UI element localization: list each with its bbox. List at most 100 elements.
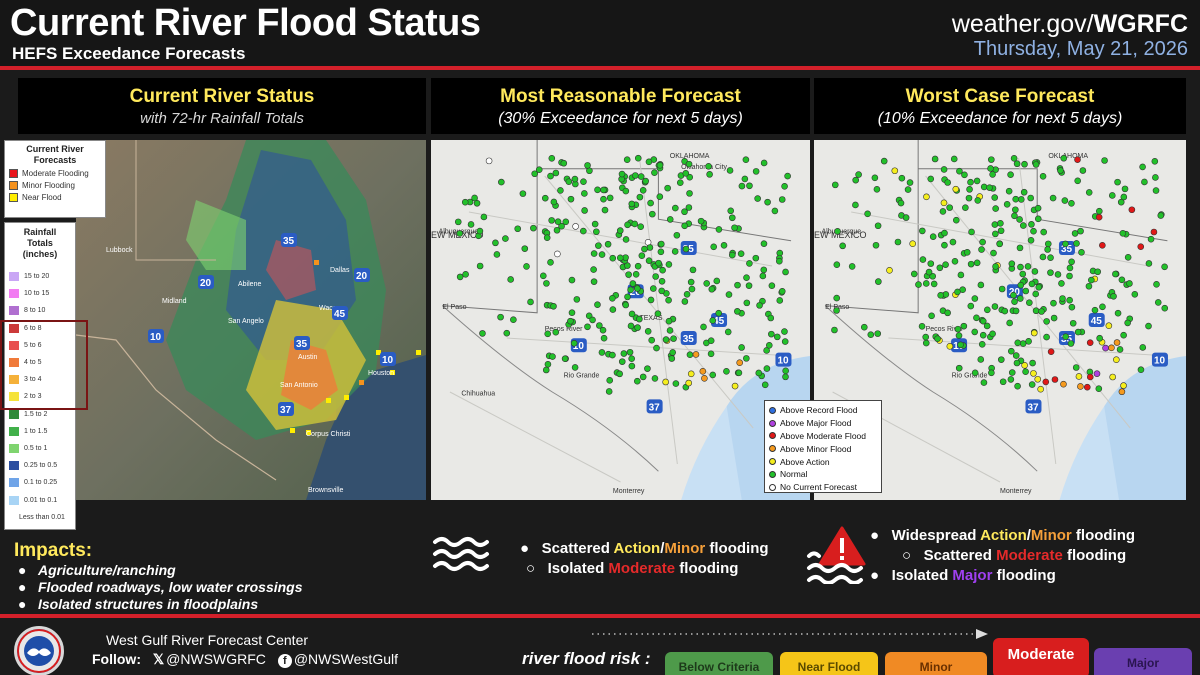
gauge-dot[interactable] bbox=[625, 271, 632, 278]
gauge-dot[interactable] bbox=[1034, 375, 1042, 383]
gauge-dot[interactable] bbox=[497, 313, 504, 321]
gauge-dot[interactable] bbox=[833, 261, 841, 269]
gauge-dot[interactable] bbox=[626, 348, 634, 356]
gauge-dot[interactable] bbox=[831, 326, 838, 334]
gauge-dot[interactable] bbox=[942, 261, 949, 268]
gauge-dot[interactable] bbox=[833, 294, 841, 302]
gauge-dot[interactable] bbox=[944, 179, 951, 186]
gauge-dot[interactable] bbox=[1010, 155, 1018, 162]
gauge-dot[interactable] bbox=[831, 181, 839, 189]
gauge-dot[interactable] bbox=[1120, 382, 1127, 389]
gauge-dot[interactable] bbox=[1066, 264, 1074, 272]
gauge-dot[interactable] bbox=[609, 306, 617, 313]
gauge-dot[interactable] bbox=[634, 154, 642, 162]
gauge-dot[interactable] bbox=[923, 193, 930, 201]
gauge-dot[interactable] bbox=[676, 179, 684, 186]
gauge-dot[interactable] bbox=[649, 210, 656, 218]
gauge-dot[interactable] bbox=[620, 350, 628, 357]
gauge-dot[interactable] bbox=[965, 194, 973, 202]
gauge-dot[interactable] bbox=[535, 166, 543, 173]
gauge-dot[interactable] bbox=[462, 271, 469, 278]
gauge-dot[interactable] bbox=[909, 240, 916, 248]
gauge-dot[interactable] bbox=[644, 365, 651, 372]
gauge-dot[interactable] bbox=[741, 175, 749, 183]
gauge-dot[interactable] bbox=[773, 333, 781, 341]
gauge-dot[interactable] bbox=[567, 195, 575, 203]
gauge-dot[interactable] bbox=[715, 309, 722, 317]
gauge-dot[interactable] bbox=[1118, 388, 1126, 396]
gauge-dot[interactable] bbox=[1013, 160, 1021, 168]
gauge-dot[interactable] bbox=[742, 156, 750, 163]
gauge-dot[interactable] bbox=[1039, 172, 1047, 180]
gauge-dot[interactable] bbox=[997, 356, 1005, 363]
gauge-dot[interactable] bbox=[590, 278, 598, 285]
gauge-dot[interactable] bbox=[530, 224, 537, 232]
gauge-dot[interactable] bbox=[848, 263, 856, 270]
gauge-dot[interactable] bbox=[1096, 334, 1103, 342]
gauge-dot[interactable] bbox=[1047, 348, 1055, 356]
gauge-dot[interactable] bbox=[672, 380, 680, 387]
facebook-icon[interactable]: f bbox=[277, 654, 292, 668]
gauge-dot[interactable] bbox=[973, 177, 981, 185]
gauge-dot[interactable] bbox=[1108, 344, 1115, 352]
gauge-dot[interactable] bbox=[648, 336, 656, 344]
gauge-dot[interactable] bbox=[891, 167, 899, 175]
gauge-dot[interactable] bbox=[542, 366, 550, 374]
gauge-dot[interactable] bbox=[1157, 212, 1165, 219]
gauge-dot[interactable] bbox=[737, 250, 745, 258]
gauge-dot[interactable] bbox=[860, 323, 868, 331]
gauge-dot[interactable] bbox=[941, 229, 948, 237]
gauge-dot[interactable] bbox=[669, 349, 677, 356]
gauge-dot[interactable] bbox=[776, 297, 784, 304]
gauge-dot[interactable] bbox=[957, 341, 964, 349]
gauge-dot[interactable] bbox=[781, 328, 788, 335]
gauge-dot[interactable] bbox=[936, 264, 944, 272]
gauge-dot[interactable] bbox=[971, 328, 979, 336]
gauge-dot[interactable] bbox=[1096, 207, 1103, 215]
gauge-dot[interactable] bbox=[568, 276, 576, 284]
rainfall-map[interactable]: Lubbock Midland Abilene San Angelo Dalla… bbox=[76, 140, 426, 500]
x-icon[interactable]: 𝕏 bbox=[153, 651, 164, 668]
gauge-dot[interactable] bbox=[989, 330, 996, 338]
gauge-dot[interactable] bbox=[1028, 280, 1036, 288]
reasonable-forecast-map[interactable]: AlbuquerqueEW MEXICOEl PasoChihuahuaMont… bbox=[431, 140, 810, 500]
gauge-dot[interactable] bbox=[1061, 197, 1069, 204]
gauge-dot[interactable] bbox=[1007, 171, 1014, 178]
gauge-dot[interactable] bbox=[974, 197, 982, 204]
gauge-dot[interactable] bbox=[628, 362, 636, 370]
gauge-dot[interactable] bbox=[651, 169, 658, 176]
gauge-dot[interactable] bbox=[886, 266, 893, 274]
gauge-dot[interactable] bbox=[595, 242, 602, 249]
gauge-dot[interactable] bbox=[738, 182, 746, 190]
gauge-dot[interactable] bbox=[760, 266, 768, 274]
gauge-dot[interactable] bbox=[746, 182, 753, 190]
gauge-dot[interactable] bbox=[1025, 338, 1032, 345]
gauge-dot[interactable] bbox=[1118, 276, 1126, 284]
gauge-dot[interactable] bbox=[930, 280, 938, 288]
gauge-dot[interactable] bbox=[685, 160, 693, 168]
gauge-dot[interactable] bbox=[946, 343, 954, 350]
gauge-dot[interactable] bbox=[628, 200, 636, 208]
gauge-dot[interactable] bbox=[1088, 276, 1095, 284]
gauge-dot[interactable] bbox=[1101, 157, 1108, 164]
gauge-dot[interactable] bbox=[519, 190, 527, 197]
gauge-dot[interactable] bbox=[1145, 260, 1153, 267]
gauge-dot[interactable] bbox=[637, 173, 645, 180]
gauge-dot[interactable] bbox=[1029, 359, 1036, 367]
gauge-dot[interactable] bbox=[989, 171, 996, 178]
gauge-dot[interactable] bbox=[1012, 352, 1020, 359]
gauge-dot[interactable] bbox=[991, 194, 999, 201]
gauge-dot[interactable] bbox=[1049, 194, 1057, 202]
gauge-dot[interactable] bbox=[514, 225, 522, 233]
gauge-dot[interactable] bbox=[609, 295, 616, 302]
gauge-dot[interactable] bbox=[1150, 228, 1158, 236]
gauge-dot[interactable] bbox=[598, 251, 606, 258]
gauge-dot[interactable] bbox=[894, 238, 902, 246]
gauge-dot[interactable] bbox=[709, 317, 717, 324]
gauge-dot[interactable] bbox=[915, 281, 922, 288]
gauge-dot[interactable] bbox=[708, 285, 716, 293]
gauge-dot[interactable] bbox=[961, 171, 968, 179]
gauge-dot[interactable] bbox=[937, 292, 944, 299]
gauge-dot[interactable] bbox=[641, 245, 648, 253]
gauge-dot[interactable] bbox=[1091, 306, 1099, 314]
